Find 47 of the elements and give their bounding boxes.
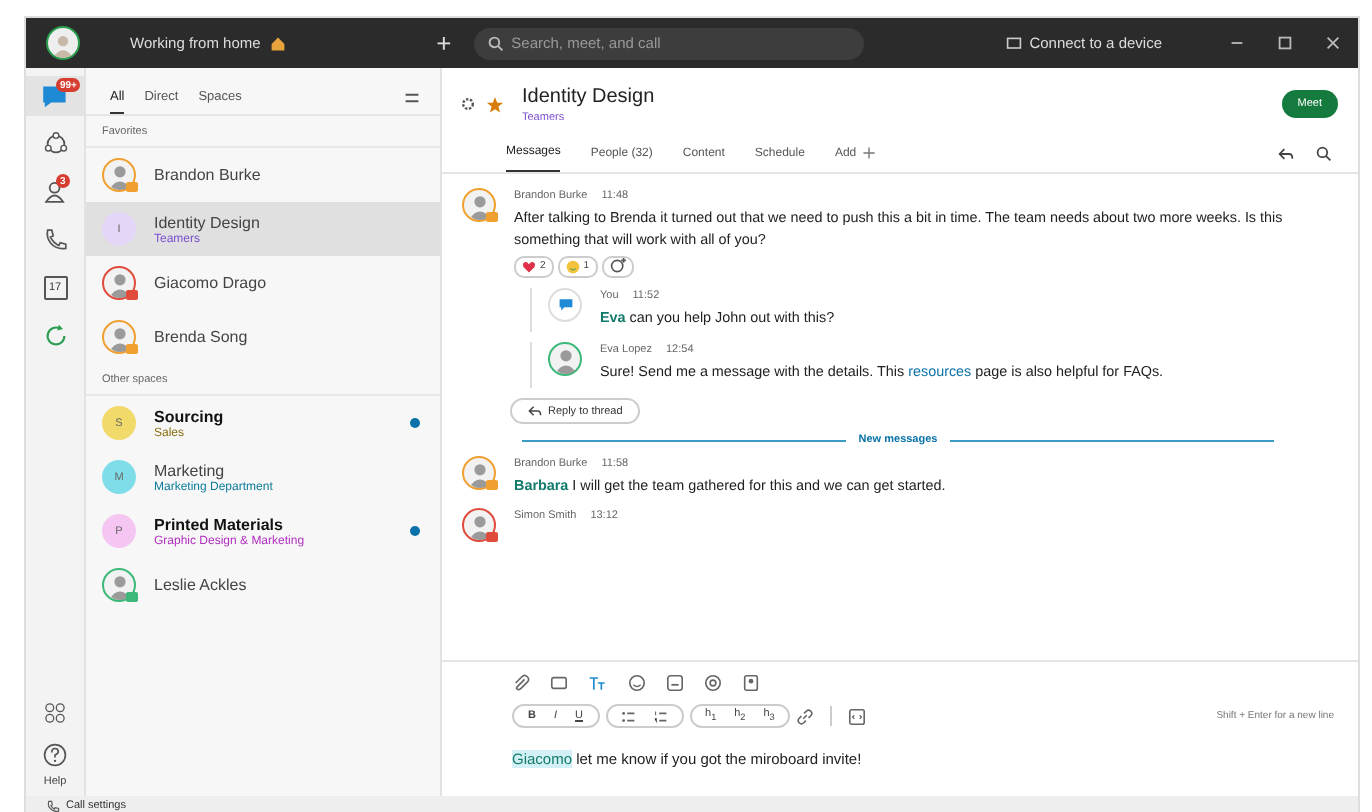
numbered-list-icon[interactable] (651, 707, 669, 725)
avatar[interactable] (46, 26, 80, 60)
smiley-icon (565, 259, 580, 274)
paperclip-icon[interactable] (512, 674, 530, 692)
person-icon (50, 32, 76, 58)
apps-icon[interactable] (42, 700, 68, 726)
help-icon[interactable] (42, 742, 68, 768)
maximize-icon[interactable] (1276, 34, 1294, 52)
space-name: Giacomo Drago (154, 274, 269, 292)
bulleted-list-icon[interactable] (619, 707, 637, 725)
add-emoji-icon (609, 258, 626, 275)
phone-icon[interactable] (41, 226, 69, 254)
space-name: Sourcing (154, 407, 226, 425)
phone-icon (46, 799, 60, 812)
space-item[interactable]: Giacomo Drago (86, 256, 440, 310)
space-name: Brenda Song (154, 328, 250, 346)
text-format-icon[interactable] (588, 674, 608, 692)
screen-share-icon[interactable] (550, 674, 568, 692)
link-icon[interactable] (796, 707, 815, 725)
add-button[interactable]: + (436, 28, 452, 58)
plus-icon[interactable] (862, 146, 877, 160)
chat-icon (557, 296, 573, 313)
team-icon[interactable] (41, 130, 69, 158)
contact-card-icon[interactable] (742, 674, 760, 692)
filter-icon[interactable] (404, 89, 420, 105)
heart-icon (522, 259, 536, 274)
space-item[interactable]: Brandon Burke (86, 148, 440, 202)
reply-icon (528, 404, 542, 419)
space-title: Identity Design (522, 85, 655, 107)
space-name: Printed Materials (154, 515, 285, 533)
add-reaction-button[interactable] (601, 255, 634, 278)
contacts-icon[interactable] (41, 178, 69, 206)
emoji-icon[interactable] (628, 674, 646, 692)
refresh-icon[interactable] (41, 322, 69, 350)
space-item[interactable]: Brenda Song (86, 310, 440, 364)
reply-icon[interactable] (1278, 145, 1294, 161)
house-icon (270, 35, 287, 51)
space-name: Brandon Burke (154, 166, 263, 184)
space-item[interactable]: Leslie Ackles (86, 558, 440, 612)
space-name: Marketing (154, 461, 227, 479)
star-icon[interactable] (486, 95, 504, 113)
close-icon[interactable] (1324, 34, 1342, 52)
screen-icon (1005, 35, 1022, 51)
search-icon[interactable] (1316, 145, 1332, 161)
code-block-icon[interactable] (848, 707, 867, 725)
space-name: Leslie Ackles (154, 576, 249, 594)
space-name: Identity Design (154, 213, 262, 231)
